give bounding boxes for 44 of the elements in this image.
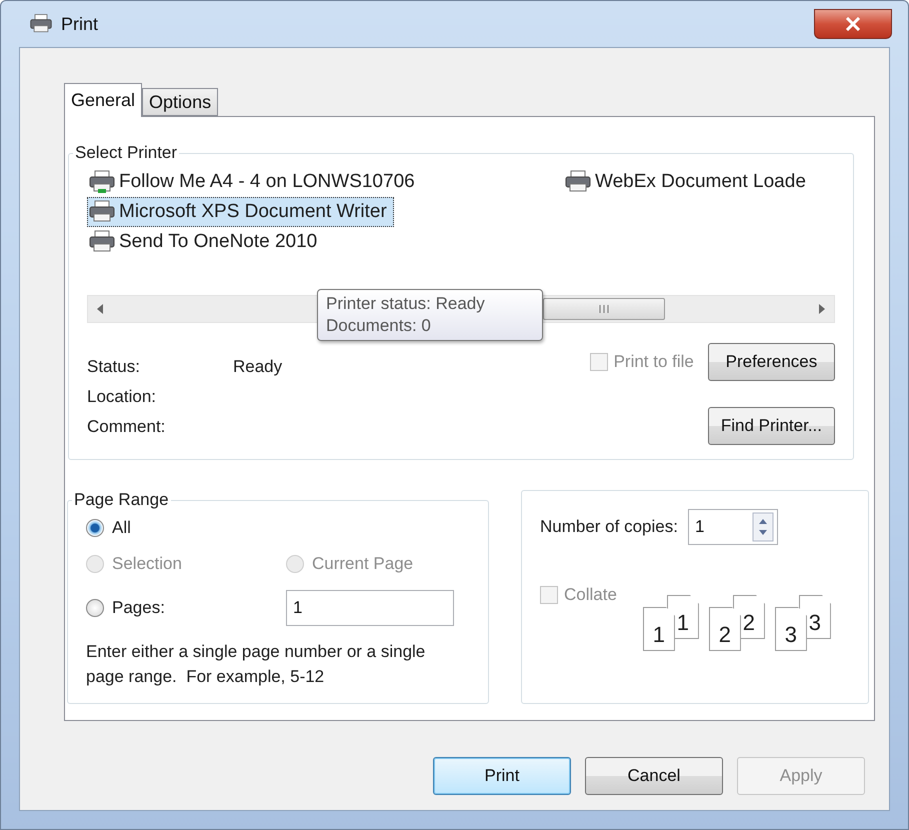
close-icon xyxy=(845,17,861,31)
info-value: Ready xyxy=(233,357,282,377)
spin-arrows-icon[interactable] xyxy=(752,512,774,542)
radio-label: Pages: xyxy=(112,598,165,618)
find-printer-button[interactable]: Find Printer... xyxy=(708,407,835,445)
printer-item[interactable]: WebEx Document Loade xyxy=(563,167,813,197)
info-label: Location: xyxy=(87,387,157,407)
printer-item[interactable]: Send To OneNote 2010 xyxy=(87,227,324,257)
close-button[interactable] xyxy=(814,9,892,39)
tab[interactable]: General xyxy=(64,83,142,117)
radio-label: All xyxy=(112,518,131,538)
tooltip-text: Documents: 0 xyxy=(326,316,432,336)
network-printer-icon xyxy=(88,170,116,194)
printer-icon xyxy=(29,13,53,35)
group-title: Page Range xyxy=(73,490,170,510)
grip-icon xyxy=(598,304,610,314)
printer-item[interactable]: Follow Me A4 - 4 on LONWS10706 xyxy=(87,167,422,197)
window-title: Print xyxy=(61,14,98,34)
preferences-button[interactable]: Preferences xyxy=(708,343,835,381)
scroll-left-icon[interactable] xyxy=(96,304,104,314)
radio-button[interactable] xyxy=(86,599,104,617)
dialog-button[interactable]: Print xyxy=(433,757,571,795)
copies-label: Number of copies: xyxy=(540,517,678,537)
printer-icon xyxy=(564,170,592,194)
group-title: Select Printer xyxy=(74,143,178,163)
radio-button[interactable] xyxy=(86,519,104,537)
pages-field[interactable]: 1 xyxy=(286,590,454,626)
tab[interactable]: Options xyxy=(142,88,218,116)
radio-label: Selection xyxy=(112,554,182,574)
hint-text: Enter either a single page number or a single page range. For example, 5-12 xyxy=(86,641,426,688)
printer-icon xyxy=(88,200,116,224)
printer-item[interactable]: Microsoft XPS Document Writer xyxy=(87,197,394,227)
dialog-button[interactable]: Cancel xyxy=(585,757,723,795)
info-label: Status: xyxy=(87,357,141,377)
page-sheet: 1 xyxy=(642,607,675,651)
radio-label: Current Page xyxy=(312,554,414,574)
tooltip-text: Printer status: Ready xyxy=(326,294,486,314)
info-label: Comment: xyxy=(87,417,166,437)
page-sheet: 2 xyxy=(708,607,741,651)
scroll-right-icon[interactable] xyxy=(818,304,826,314)
checkbox-label: Collate xyxy=(564,585,617,605)
printer-icon xyxy=(88,230,116,254)
page-sheet: 3 xyxy=(774,607,807,651)
checkbox-label: Print to file xyxy=(614,352,694,372)
